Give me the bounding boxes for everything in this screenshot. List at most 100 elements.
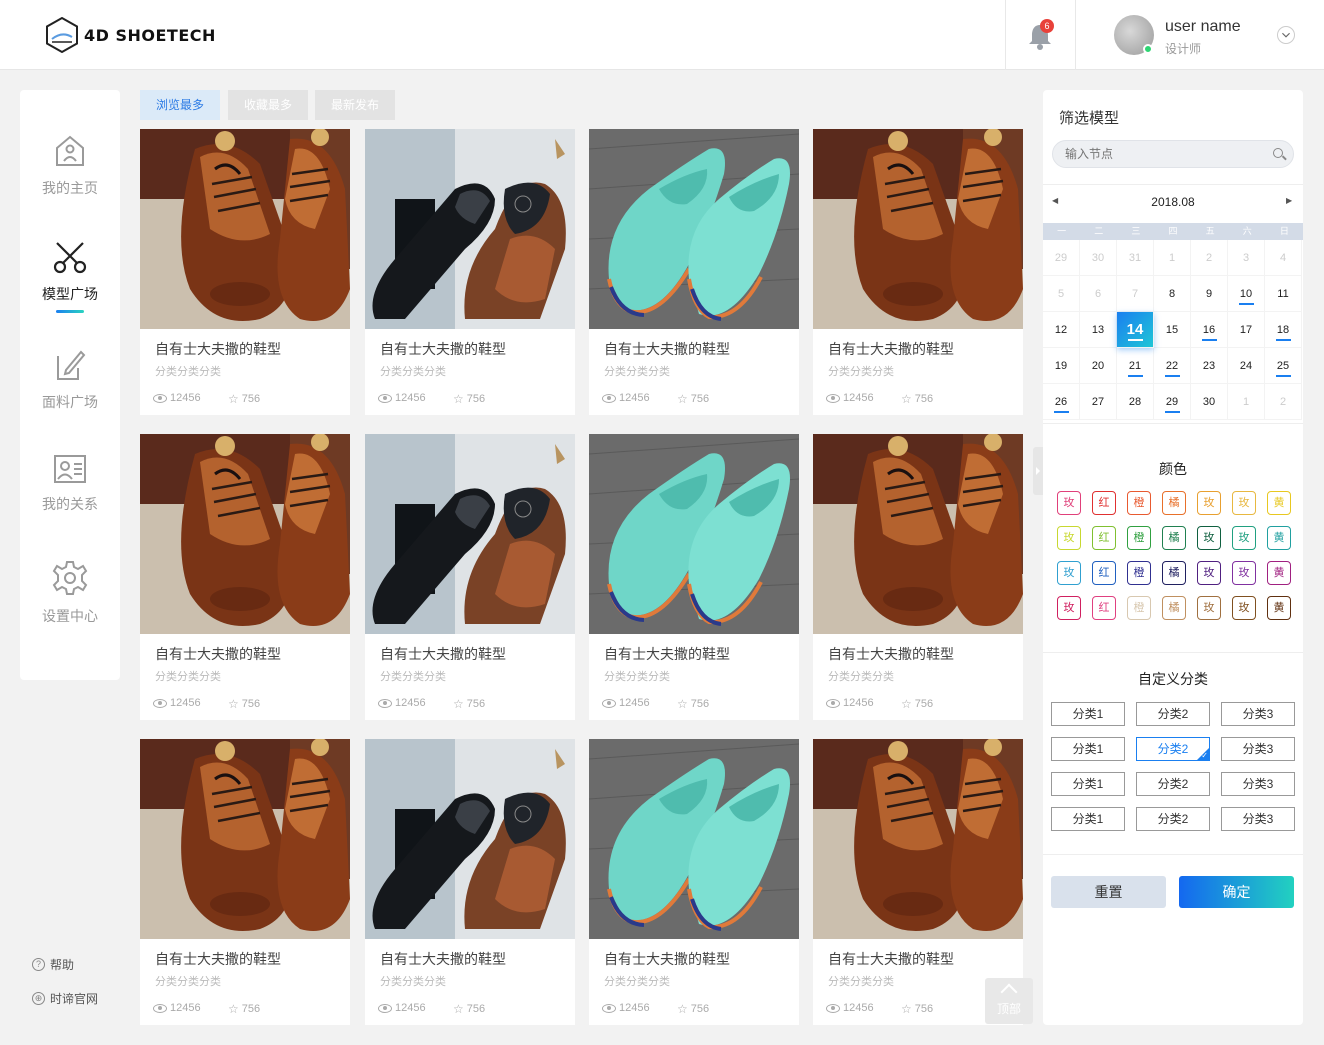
- favorite-count[interactable]: ☆ 756: [228, 392, 260, 406]
- color-chip[interactable]: 橙: [1127, 491, 1151, 515]
- color-chip[interactable]: 黄: [1267, 561, 1291, 585]
- calendar-day[interactable]: 29: [1043, 240, 1080, 276]
- calendar-day[interactable]: 31: [1117, 240, 1154, 276]
- calendar-day[interactable]: 27: [1080, 384, 1117, 420]
- color-chip[interactable]: 橘: [1162, 561, 1186, 585]
- shoe-image[interactable]: [365, 434, 575, 634]
- favorite-count[interactable]: ☆ 756: [453, 697, 485, 711]
- tab-newest[interactable]: 最新发布: [315, 90, 395, 120]
- category-button[interactable]: 分类2: [1136, 772, 1210, 796]
- category-button[interactable]: 分类3: [1221, 807, 1295, 831]
- calendar-day[interactable]: 12: [1043, 312, 1080, 348]
- calendar-day[interactable]: 11: [1265, 276, 1302, 312]
- calendar-day[interactable]: 25: [1265, 348, 1302, 384]
- model-card[interactable]: 自有士大夫撒的鞋型 分类分类分类 12456 ☆ 756: [589, 129, 799, 415]
- model-card[interactable]: 自有士大夫撒的鞋型 分类分类分类 12456 ☆ 756: [365, 434, 575, 720]
- model-card[interactable]: 自有士大夫撒的鞋型 分类分类分类 12456 ☆ 756: [140, 739, 350, 1025]
- calendar-day[interactable]: 1: [1154, 240, 1191, 276]
- favorite-count[interactable]: ☆ 756: [228, 1002, 260, 1016]
- calendar-day[interactable]: 2: [1191, 240, 1228, 276]
- color-chip[interactable]: 玫: [1232, 526, 1256, 550]
- calendar-day[interactable]: 7: [1117, 276, 1154, 312]
- shoe-image[interactable]: [813, 739, 1023, 939]
- reset-button[interactable]: 重置: [1051, 876, 1166, 908]
- shoe-image[interactable]: [140, 434, 350, 634]
- color-chip[interactable]: 玫: [1197, 561, 1221, 585]
- color-chip[interactable]: 玫: [1197, 526, 1221, 550]
- color-chip[interactable]: 红: [1092, 526, 1116, 550]
- color-chip[interactable]: 玫: [1057, 526, 1081, 550]
- calendar-day[interactable]: 19: [1043, 348, 1080, 384]
- official-site-link[interactable]: ⊕ 时谛官网: [32, 990, 98, 1007]
- shoe-image[interactable]: [589, 129, 799, 329]
- favorite-count[interactable]: ☆ 756: [677, 392, 709, 406]
- calendar-day[interactable]: 4: [1265, 240, 1302, 276]
- color-chip[interactable]: 玫: [1232, 561, 1256, 585]
- calendar-day[interactable]: 10: [1228, 276, 1265, 312]
- search-input[interactable]: [1065, 145, 1255, 163]
- sidebar-item-relations[interactable]: 我的关系: [20, 454, 120, 514]
- calendar-day[interactable]: 18: [1265, 312, 1302, 348]
- shoe-image[interactable]: [365, 739, 575, 939]
- favorite-count[interactable]: ☆ 756: [677, 1002, 709, 1016]
- favorite-count[interactable]: ☆ 756: [901, 1002, 933, 1016]
- model-card[interactable]: 自有士大夫撒的鞋型 分类分类分类 12456 ☆ 756: [140, 434, 350, 720]
- color-chip[interactable]: 橙: [1127, 526, 1151, 550]
- favorite-count[interactable]: ☆ 756: [453, 392, 485, 406]
- calendar-day[interactable]: 2: [1265, 384, 1302, 420]
- category-button[interactable]: 分类3: [1221, 772, 1295, 796]
- help-link[interactable]: ? 帮助: [32, 956, 74, 973]
- favorite-count[interactable]: ☆ 756: [901, 392, 933, 406]
- shoe-image[interactable]: [140, 739, 350, 939]
- calendar-day[interactable]: 13: [1080, 312, 1117, 348]
- calendar-day[interactable]: 1: [1228, 384, 1265, 420]
- category-button[interactable]: 分类3: [1221, 737, 1295, 761]
- calendar-day[interactable]: 30: [1191, 384, 1228, 420]
- calendar-day[interactable]: 17: [1228, 312, 1265, 348]
- color-chip[interactable]: 红: [1092, 561, 1116, 585]
- next-month-icon[interactable]: ▶: [1286, 196, 1292, 205]
- category-button[interactable]: 分类1: [1051, 807, 1125, 831]
- color-chip[interactable]: 玫: [1232, 491, 1256, 515]
- color-chip[interactable]: 玫: [1057, 561, 1081, 585]
- sidebar-item-home[interactable]: 我的主页: [20, 134, 120, 198]
- model-card[interactable]: 自有士大夫撒的鞋型 分类分类分类 12456 ☆ 756: [365, 129, 575, 415]
- calendar-day[interactable]: 8: [1154, 276, 1191, 312]
- back-to-top-button[interactable]: 顶部: [985, 978, 1033, 1024]
- calendar-day[interactable]: 3: [1228, 240, 1265, 276]
- category-button[interactable]: 分类2: [1136, 702, 1210, 726]
- model-card[interactable]: 自有士大夫撒的鞋型 分类分类分类 12456 ☆ 756: [589, 434, 799, 720]
- tab-most-viewed[interactable]: 浏览最多: [140, 90, 220, 120]
- color-chip[interactable]: 红: [1092, 491, 1116, 515]
- model-card[interactable]: 自有士大夫撒的鞋型 分类分类分类 12456 ☆ 756: [813, 129, 1023, 415]
- shoe-image[interactable]: [813, 434, 1023, 634]
- calendar-day[interactable]: 28: [1117, 384, 1154, 420]
- favorite-count[interactable]: ☆ 756: [228, 697, 260, 711]
- calendar-day[interactable]: 16: [1191, 312, 1228, 348]
- color-chip[interactable]: 玫: [1057, 491, 1081, 515]
- category-button[interactable]: 分类1: [1051, 737, 1125, 761]
- calendar-day[interactable]: 6: [1080, 276, 1117, 312]
- color-chip[interactable]: 橘: [1162, 596, 1186, 620]
- calendar-day[interactable]: 5: [1043, 276, 1080, 312]
- calendar-day[interactable]: 21: [1117, 348, 1154, 384]
- tab-most-favorited[interactable]: 收藏最多: [228, 90, 308, 120]
- search-icon[interactable]: [1273, 148, 1283, 158]
- calendar-day[interactable]: 20: [1080, 348, 1117, 384]
- shoe-image[interactable]: [813, 129, 1023, 329]
- model-card[interactable]: 自有士大夫撒的鞋型 分类分类分类 12456 ☆ 756: [365, 739, 575, 1025]
- favorite-count[interactable]: ☆ 756: [901, 697, 933, 711]
- color-chip[interactable]: 红: [1092, 596, 1116, 620]
- sidebar-item-model-square[interactable]: 模型广场: [20, 240, 120, 313]
- user-name[interactable]: user name: [1165, 18, 1241, 36]
- calendar-day-today[interactable]: 14: [1117, 312, 1154, 348]
- calendar-day[interactable]: 29: [1154, 384, 1191, 420]
- model-card[interactable]: 自有士大夫撒的鞋型 分类分类分类 12456 ☆ 756: [589, 739, 799, 1025]
- color-chip[interactable]: 黄: [1267, 526, 1291, 550]
- calendar-day[interactable]: 15: [1154, 312, 1191, 348]
- calendar-day[interactable]: 22: [1154, 348, 1191, 384]
- color-chip[interactable]: 玫: [1197, 596, 1221, 620]
- color-chip[interactable]: 橙: [1127, 596, 1151, 620]
- shoe-image[interactable]: [140, 129, 350, 329]
- color-chip[interactable]: 黄: [1267, 491, 1291, 515]
